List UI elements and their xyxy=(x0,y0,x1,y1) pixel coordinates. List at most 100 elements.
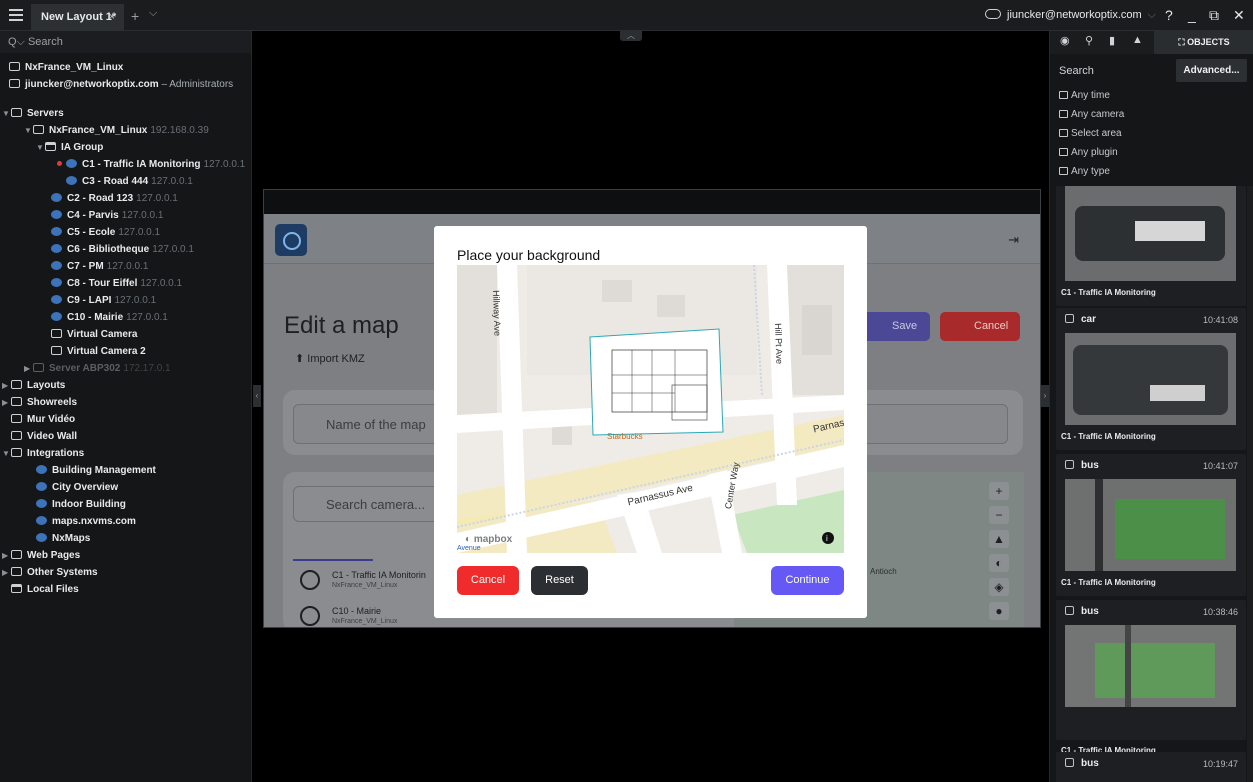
tree-camera[interactable]: C10 - Mairie 127.0.0.1 xyxy=(51,309,168,326)
object-result-card[interactable]: car 10:41:08 C1 - Traffic IA Monitoring xyxy=(1056,308,1246,450)
continue-button[interactable]: Continue xyxy=(771,566,844,595)
cancel-button[interactable]: Cancel xyxy=(457,566,519,595)
layout-tab[interactable]: New Layout 1* × xyxy=(31,4,124,31)
integrations-icon xyxy=(11,448,22,457)
camera-search-input[interactable]: Search camera... xyxy=(293,486,453,522)
collapse-right-button[interactable]: › xyxy=(1041,385,1049,407)
object-type-label: bus xyxy=(1081,460,1099,471)
tree-video-wall[interactable]: Video Wall xyxy=(11,428,77,445)
resource-search[interactable]: Q⌵ Search xyxy=(0,31,251,53)
minimize-button[interactable]: _ xyxy=(1188,0,1196,31)
layers-button[interactable]: ◈ xyxy=(989,578,1009,596)
logout-icon[interactable]: ⇥ xyxy=(1008,232,1019,248)
cancel-button[interactable]: Cancel xyxy=(940,312,1020,341)
camera-icon xyxy=(300,606,320,626)
filter-camera[interactable]: Any camera xyxy=(1059,109,1124,120)
results-scrollbar[interactable] xyxy=(1247,186,1253,782)
new-tab-button[interactable]: + xyxy=(131,8,139,24)
tree-layouts[interactable]: ▶ Layouts xyxy=(2,377,65,394)
tree-camera[interactable]: C4 - Parvis 127.0.0.1 xyxy=(51,207,163,224)
expand-icon[interactable]: ▼ xyxy=(2,445,11,462)
filter-type[interactable]: Any type xyxy=(1059,166,1110,177)
tree-camera[interactable]: C2 - Road 123 127.0.0.1 xyxy=(51,190,178,207)
cloud-account[interactable]: jiuncker@networkoptix.com ⌵ xyxy=(985,0,1156,31)
object-result-card[interactable]: bus 10:41:07 C1 - Traffic IA Monitoring xyxy=(1056,454,1246,596)
integration-label: maps.nxvms.com xyxy=(52,516,136,527)
tree-camera[interactable]: C8 - Tour Eiffel 127.0.0.1 xyxy=(51,275,182,292)
expand-icon[interactable]: ▶ xyxy=(2,547,11,564)
filter-area[interactable]: Select area xyxy=(1059,128,1122,139)
close-tab-icon[interactable]: × xyxy=(109,4,115,31)
tree-virtual-camera[interactable]: Virtual Camera xyxy=(51,326,137,343)
filter-label: Any plugin xyxy=(1071,147,1118,158)
showreels-label: Showreels xyxy=(27,397,78,408)
tree-integrations[interactable]: ▼ Integrations xyxy=(2,445,84,462)
tree-group[interactable]: ▼ IA Group xyxy=(36,139,103,156)
tabs-dropdown-icon[interactable]: ⌵ xyxy=(149,7,157,20)
collapse-left-button[interactable]: ‹ xyxy=(253,385,261,407)
close-window-button[interactable]: ✕ xyxy=(1233,0,1245,31)
tree-server-offline[interactable]: ▶ Server ABP302 172.17.0.1 xyxy=(24,360,171,377)
objects-icon: ⛶ xyxy=(1178,37,1188,47)
tree-current-user[interactable]: jiuncker@networkoptix.com – Administrato… xyxy=(9,76,233,93)
tree-camera[interactable]: C7 - PM 127.0.0.1 xyxy=(51,258,148,275)
zoom-in-button[interactable]: + xyxy=(989,482,1009,500)
restore-button[interactable]: ⧉ xyxy=(1209,0,1219,31)
tree-integration[interactable]: City Overview xyxy=(36,479,118,496)
main-menu-icon[interactable] xyxy=(9,9,23,22)
user-icon xyxy=(9,79,20,88)
object-search-input[interactable]: Search xyxy=(1059,65,1094,77)
expand-icon[interactable]: ▼ xyxy=(2,105,11,122)
tree-other-systems[interactable]: ▶ Other Systems xyxy=(2,564,98,581)
3d-button[interactable]: ◐ xyxy=(989,554,1009,572)
import-kmz-button[interactable]: ⬆ Import KMZ xyxy=(295,352,365,365)
tree-camera[interactable]: C9 - LAPI 127.0.0.1 xyxy=(51,292,156,309)
user-role: – Administrators xyxy=(161,79,234,90)
tree-integration[interactable]: Indoor Building xyxy=(36,496,126,513)
tree-camera[interactable]: C5 - Ecole 127.0.0.1 xyxy=(51,224,160,241)
tree-mur-video[interactable]: Mur Vidéo xyxy=(11,411,75,428)
tree-camera[interactable]: C1 - Traffic IA Monitoring 127.0.0.1 xyxy=(57,156,245,173)
alert-tab-icon[interactable]: ▲ xyxy=(1132,34,1143,46)
placement-map[interactable]: i Hillway Ave Hill Pt Ave Parnassus Ave … xyxy=(457,265,844,553)
search-input[interactable]: Search xyxy=(28,36,63,48)
globe-button[interactable]: ● xyxy=(989,602,1009,620)
tree-integration[interactable]: Building Management xyxy=(36,462,156,479)
collapse-top-button[interactable]: ︿ xyxy=(620,31,642,41)
object-result-card[interactable]: bus 10:19:47 xyxy=(1056,752,1246,782)
expand-icon[interactable]: ▶ xyxy=(24,360,33,377)
tree-local-files[interactable]: Local Files xyxy=(11,581,79,598)
expand-icon[interactable]: ▼ xyxy=(24,122,33,139)
object-result-card[interactable]: C1 - Traffic IA Monitoring xyxy=(1056,186,1246,306)
camera-name: C1 - Traffic IA Monitorin xyxy=(332,570,426,580)
save-button[interactable]: Save xyxy=(862,312,930,341)
tree-showreels[interactable]: ▶ Showreels xyxy=(2,394,77,411)
tree-server[interactable]: ▼ NxFrance_VM_Linux 192.168.0.39 xyxy=(24,122,209,139)
compass-button[interactable]: ▲ xyxy=(989,530,1009,548)
camera-icon xyxy=(51,295,62,304)
bookmark-tab-icon[interactable]: ▮ xyxy=(1109,34,1115,47)
tree-camera[interactable]: C3 - Road 444 127.0.0.1 xyxy=(66,173,193,190)
expand-icon[interactable]: ▼ xyxy=(36,139,45,156)
tab-objects[interactable]: ⛶ OBJECTS xyxy=(1154,31,1253,54)
tree-integration[interactable]: NxMaps xyxy=(36,530,90,547)
zoom-out-button[interactable]: − xyxy=(989,506,1009,524)
expand-icon[interactable]: ▶ xyxy=(2,564,11,581)
tree-web-pages[interactable]: ▶ Web Pages xyxy=(2,547,80,564)
tree-integration[interactable]: maps.nxvms.com xyxy=(36,513,136,530)
tree-system[interactable]: NxFrance_VM_Linux xyxy=(9,59,123,76)
tree-virtual-camera[interactable]: Virtual Camera 2 xyxy=(51,343,146,360)
expand-icon[interactable]: ▶ xyxy=(2,394,11,411)
advanced-button[interactable]: Advanced... xyxy=(1176,59,1247,82)
tree-servers[interactable]: ▼ Servers xyxy=(2,105,64,122)
tree-camera[interactable]: C6 - Bibliotheque 127.0.0.1 xyxy=(51,241,194,258)
motion-tab-icon[interactable]: ⚲ xyxy=(1085,34,1093,47)
object-result-card[interactable]: bus 10:38:46 C1 - Traffic IA Monitoring xyxy=(1056,600,1246,755)
reset-button[interactable]: Reset xyxy=(531,566,588,595)
object-thumbnail xyxy=(1065,625,1236,707)
help-button[interactable]: ? xyxy=(1165,0,1173,31)
notifications-tab-icon[interactable]: ◉ xyxy=(1060,34,1070,47)
filter-plugin[interactable]: Any plugin xyxy=(1059,147,1118,158)
filter-time[interactable]: Any time xyxy=(1059,90,1110,101)
expand-icon[interactable]: ▶ xyxy=(2,377,11,394)
